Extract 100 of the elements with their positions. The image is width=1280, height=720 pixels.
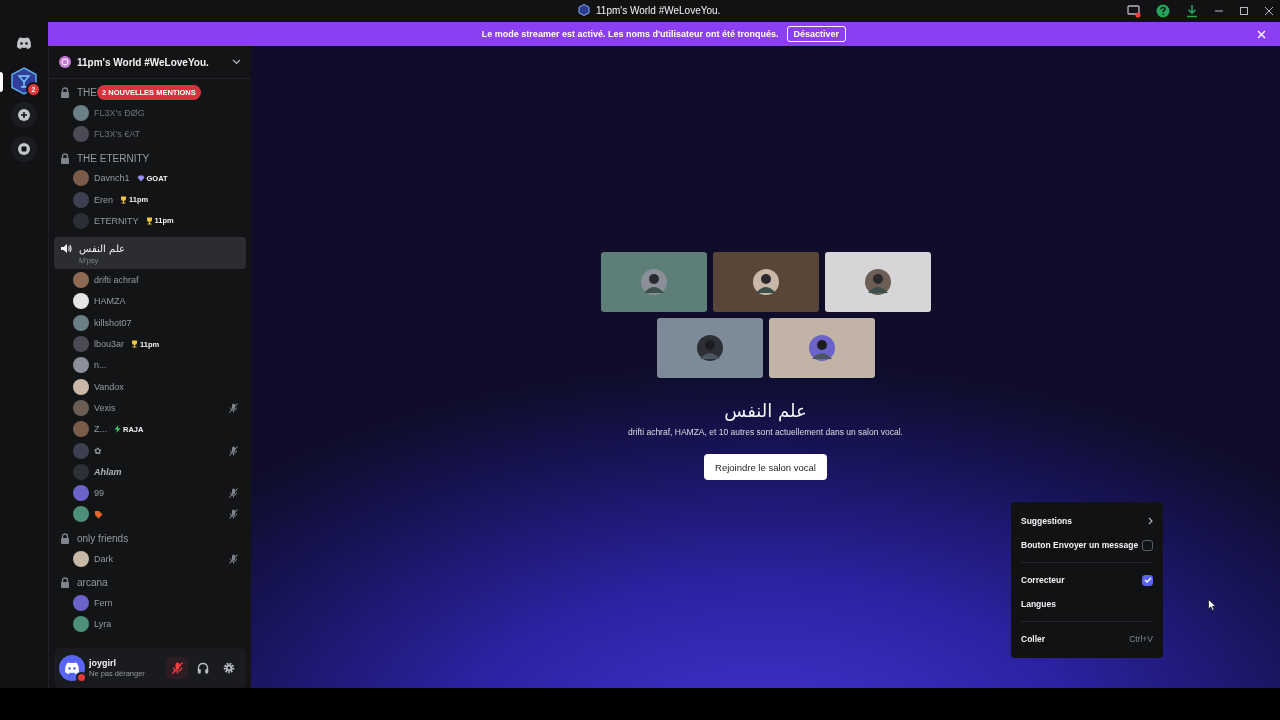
checkbox[interactable] — [1142, 539, 1153, 551]
tag-icon — [94, 509, 103, 519]
voice-member[interactable]: Dark — [54, 548, 246, 570]
add-server-button[interactable] — [11, 102, 37, 128]
member-name: Z... — [94, 424, 107, 435]
lock-icon — [60, 533, 70, 545]
chevron-right-icon — [1148, 517, 1153, 525]
menu-item[interactable]: Bouton Envoyer un message — [1021, 533, 1153, 557]
headset-icon — [197, 662, 209, 674]
user-avatar[interactable] — [59, 655, 85, 681]
avatar — [73, 357, 89, 374]
channel-name[interactable]: THE — [77, 87, 97, 98]
screen-share-icon[interactable] — [1127, 4, 1141, 18]
cursor-icon — [1208, 599, 1216, 611]
voice-member[interactable]: FL3X's €AT — [54, 123, 246, 145]
lock-icon — [60, 87, 70, 98]
avatar — [73, 442, 89, 459]
menu-item[interactable]: Correcteur — [1021, 568, 1153, 592]
member-name: Lyra — [94, 619, 112, 630]
chevron-down-icon — [232, 59, 241, 65]
voice-member[interactable]: Ahlam — [54, 461, 246, 483]
avatar — [73, 314, 89, 331]
menu-item[interactable]: Langues — [1021, 592, 1153, 616]
window-title: 11pm's World #WeLoveYou. — [596, 4, 721, 16]
menu-item[interactable]: Coller Ctrl+V — [1021, 627, 1153, 651]
voice-member[interactable]: HAMZA — [54, 290, 246, 313]
join-voice-button[interactable]: Rejoindre le salon vocal — [704, 454, 827, 480]
avatar — [73, 616, 89, 633]
avatar — [73, 191, 89, 208]
help-icon[interactable] — [1156, 4, 1170, 18]
do-not-disturb-dot — [76, 672, 87, 683]
member-name: FL3X's ĐØG — [94, 107, 145, 118]
avatar — [73, 399, 89, 416]
voice-member[interactable]: Lyra — [54, 613, 246, 635]
channel-title: علم النفس — [724, 400, 807, 421]
discord-icon — [64, 662, 80, 674]
muted-mic-icon — [229, 509, 238, 520]
trophy-icon — [145, 216, 153, 225]
trophy-icon — [120, 195, 127, 204]
selection-pill — [0, 72, 3, 92]
avatar — [73, 378, 89, 395]
voice-member[interactable]: Vandox — [54, 375, 246, 398]
settings-icon — [223, 662, 235, 674]
lightning-icon — [114, 425, 121, 434]
avatar — [73, 421, 89, 438]
member-name: Fern — [94, 598, 113, 608]
lock-icon — [60, 577, 70, 589]
checkbox[interactable] — [1142, 574, 1153, 586]
download-icon[interactable] — [1185, 4, 1199, 18]
member-name: Ahlam — [94, 466, 122, 477]
channel-name: علم النفس — [79, 243, 125, 255]
muted-mic-icon — [229, 553, 238, 564]
compass-icon — [18, 143, 30, 155]
voice-member[interactable]: FL3X's ĐØG — [54, 102, 246, 124]
discord-icon[interactable] — [16, 37, 32, 49]
avatar — [73, 170, 89, 187]
voice-member[interactable]: 99 — [54, 482, 246, 504]
member-name: ETERNITY — [94, 215, 139, 226]
voice-member[interactable]: Vexis — [54, 397, 246, 419]
voice-member[interactable]: ✿ — [54, 439, 246, 462]
microphone-button[interactable] — [166, 657, 188, 679]
channel-name[interactable]: only friends — [77, 533, 129, 545]
close-icon[interactable] — [1264, 6, 1274, 16]
diamond-icon — [136, 174, 145, 182]
member-name: n... — [94, 360, 107, 371]
avatar — [73, 293, 89, 310]
member-name: killshot07 — [94, 317, 132, 328]
muted-mic-icon — [229, 445, 238, 456]
member-name: Vandox — [94, 381, 124, 392]
member-name: Dark — [94, 553, 113, 564]
avatar — [73, 104, 89, 121]
avatar — [73, 212, 89, 229]
menu-item[interactable]: Suggestions — [1021, 509, 1153, 533]
member-name: ✿ — [94, 445, 102, 456]
muted-mic-icon — [229, 488, 238, 499]
voice-member[interactable]: n... — [54, 354, 246, 376]
avatar — [73, 485, 89, 502]
voice-member[interactable]: drifti achraf — [54, 269, 246, 291]
lock-icon — [60, 152, 70, 164]
muted-mic-icon — [229, 402, 238, 413]
member-name: FL3X's €AT — [94, 128, 141, 139]
avatar — [73, 506, 89, 523]
disable-button[interactable]: Désactiver — [786, 26, 847, 42]
channel-name[interactable]: THE ETERNITY — [77, 152, 150, 164]
maximize-icon[interactable] — [1239, 6, 1249, 16]
server-icon — [59, 56, 71, 68]
member-name: Eren — [94, 194, 113, 205]
member-name: HAMZA — [94, 296, 126, 307]
voice-member[interactable]: killshot07 — [54, 312, 246, 334]
server-icon — [578, 4, 590, 16]
server-header[interactable]: 11pm's World #WeLoveYou. — [49, 46, 251, 79]
member-name: drifti achraf — [94, 275, 139, 286]
explore-button[interactable] — [11, 136, 37, 162]
channel-name[interactable]: arcana — [77, 577, 108, 589]
member-name: lbou3ar — [94, 339, 125, 349]
voice-description: drifti achraf, HAMZA, et 10 autres sont actuellement dans un salon vocal. — [628, 427, 903, 437]
avatar — [73, 550, 89, 567]
voice-member[interactable]: Fern — [54, 592, 246, 614]
avatar — [73, 463, 89, 480]
avatar — [73, 336, 89, 352]
